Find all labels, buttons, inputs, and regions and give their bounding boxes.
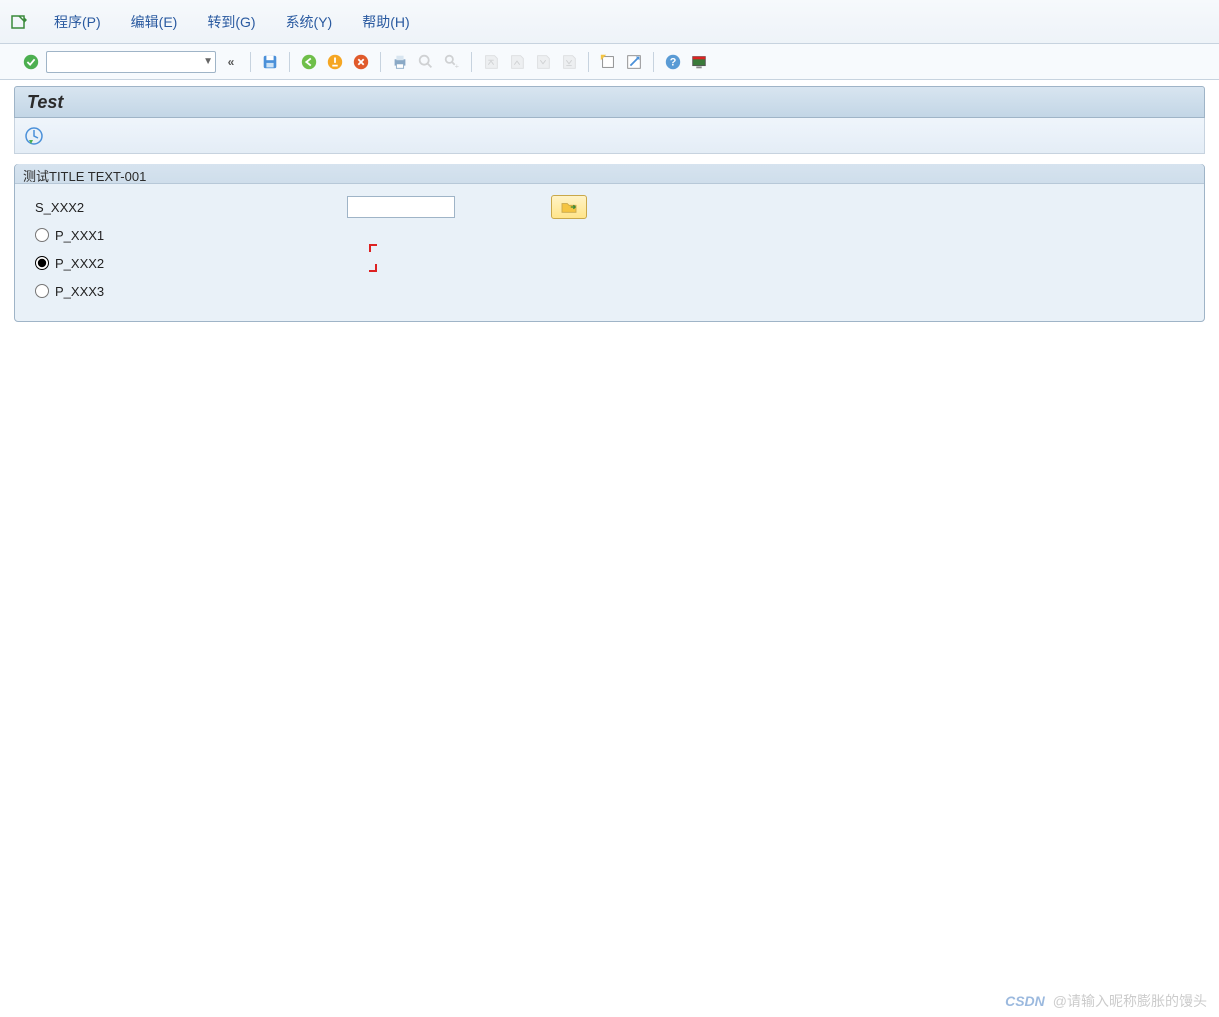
- radio-pxxx1-label: P_XXX1: [55, 228, 104, 243]
- radio-pxxx2-label: P_XXX2: [55, 256, 104, 271]
- toolbar: ▼ « + ?: [0, 44, 1219, 80]
- page-title: Test: [27, 92, 63, 113]
- menu-bar: 程序(P) 编辑(E) 转到(G) 系统(Y) 帮助(H): [0, 0, 1219, 44]
- svg-text:+: +: [455, 61, 459, 70]
- layout-icon[interactable]: [688, 51, 710, 73]
- page-title-bar: Test: [14, 86, 1205, 118]
- command-input[interactable]: [49, 55, 203, 69]
- application-toolbar: [14, 118, 1205, 154]
- menu-goto[interactable]: 转到(G): [203, 10, 259, 34]
- back-icon[interactable]: [298, 51, 320, 73]
- ok-icon[interactable]: [20, 51, 42, 73]
- toolbar-separator: [653, 52, 654, 72]
- execute-icon[interactable]: [23, 125, 45, 147]
- cancel-icon[interactable]: [350, 51, 372, 73]
- radio-pxxx3-label: P_XXX3: [55, 284, 104, 299]
- focus-corner-icon: [369, 244, 377, 252]
- toolbar-separator: [289, 52, 290, 72]
- help-icon[interactable]: ?: [662, 51, 684, 73]
- last-page-icon: [558, 51, 580, 73]
- app-menu-icon[interactable]: [10, 13, 28, 31]
- radio-pxxx3[interactable]: [35, 284, 49, 298]
- toolbar-separator: [588, 52, 589, 72]
- menu-edit[interactable]: 编辑(E): [127, 10, 182, 34]
- command-field[interactable]: ▼: [46, 51, 216, 73]
- find-next-icon: +: [441, 51, 463, 73]
- group-title: 测试TITLE TEXT-001: [15, 164, 1204, 184]
- select-option-row: S_XXX2: [29, 193, 1190, 221]
- radio-pxxx1-row: P_XXX1: [29, 221, 1190, 249]
- dropdown-caret-icon[interactable]: ▼: [203, 56, 213, 67]
- field-label-sxxx2: S_XXX2: [29, 200, 339, 215]
- menu-program[interactable]: 程序(P): [50, 10, 105, 34]
- new-session-icon[interactable]: [597, 51, 619, 73]
- multiple-selection-button[interactable]: [551, 195, 587, 219]
- prev-page-icon: [506, 51, 528, 73]
- collapse-icon[interactable]: «: [220, 51, 242, 73]
- shortcut-icon[interactable]: [623, 51, 645, 73]
- selection-group: 测试TITLE TEXT-001 S_XXX2 P_XXX1 P_XXX2 P_…: [14, 164, 1205, 322]
- first-page-icon: [480, 51, 502, 73]
- svg-text:?: ?: [670, 56, 677, 68]
- radio-pxxx2-row: P_XXX2: [29, 249, 1190, 277]
- menu-system[interactable]: 系统(Y): [282, 10, 337, 34]
- toolbar-separator: [250, 52, 251, 72]
- radio-pxxx2[interactable]: [35, 256, 49, 270]
- toolbar-separator: [380, 52, 381, 72]
- radio-pxxx1[interactable]: [35, 228, 49, 242]
- focus-corner-icon: [369, 264, 377, 272]
- watermark-text: @请输入昵称膨胀的馒头: [1053, 991, 1207, 1011]
- toolbar-separator: [471, 52, 472, 72]
- menu-help[interactable]: 帮助(H): [358, 10, 413, 34]
- next-page-icon: [532, 51, 554, 73]
- save-icon[interactable]: [259, 51, 281, 73]
- csdn-logo: CSDN: [1005, 993, 1045, 1009]
- footer-watermark: CSDN @请输入昵称膨胀的馒头: [1005, 991, 1207, 1011]
- exit-icon[interactable]: [324, 51, 346, 73]
- field-input-sxxx2[interactable]: [347, 196, 455, 218]
- folder-open-icon: [560, 200, 578, 214]
- print-icon[interactable]: [389, 51, 411, 73]
- radio-pxxx3-row: P_XXX3: [29, 277, 1190, 305]
- find-icon: [415, 51, 437, 73]
